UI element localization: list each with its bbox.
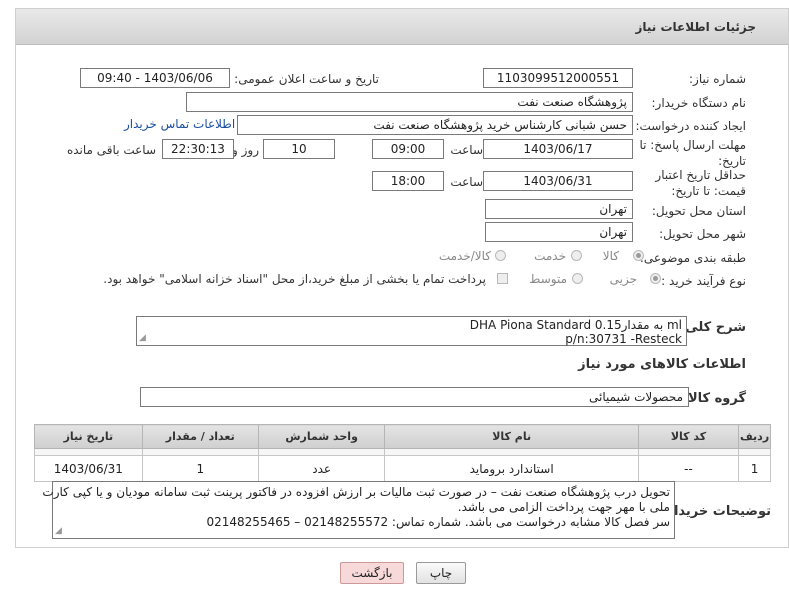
city-label: شهر محل تحویل: xyxy=(659,227,746,241)
category-option-goods: کالا xyxy=(602,249,619,263)
cell-code: -- xyxy=(637,455,740,482)
buyer-notes-line-1: تحویل درب پژوهشگاه صنعت نفت – در صورت ثب… xyxy=(42,485,670,499)
summary-field[interactable]: DHA Piona Standard به مقدار0.15 ml p/n:3… xyxy=(136,316,687,346)
category-label: طبقه بندی موضوعی: xyxy=(639,251,746,265)
days-field[interactable]: 10 xyxy=(263,139,335,159)
buyer-notes-label: توضیحات خریدار: xyxy=(661,504,771,519)
goods-table-header: ردیف کد کالا نام کالا واحد شمارش تعداد /… xyxy=(34,424,771,449)
goods-section-title: اطلاعات کالاهای مورد نیاز xyxy=(578,357,746,372)
category-radio-both[interactable] xyxy=(495,250,506,261)
resize-handle-icon[interactable]: ◢ xyxy=(55,526,62,536)
col-row: ردیف xyxy=(738,424,771,449)
process-radio-medium[interactable] xyxy=(572,273,583,284)
category-option-service: خدمت xyxy=(534,249,566,263)
table-row[interactable]: 1 -- استاندارد برومايد عدد 1 1403/06/31 xyxy=(34,455,771,482)
summary-line-2: p/n:30731 -Resteck xyxy=(565,332,682,346)
remaining-time-field[interactable]: 22:30:13 xyxy=(162,139,234,159)
panel-header: جزئیات اطلاعات نیاز xyxy=(16,9,788,45)
validity-label: حداقل تاریخ اعتبار قیمت: تا تاریخ: xyxy=(655,168,746,198)
announce-datetime-field[interactable]: 1403/06/06 - 09:40 xyxy=(80,68,230,88)
category-radio-service[interactable] xyxy=(571,250,582,261)
need-number-field[interactable]: 1103099512000551 xyxy=(483,68,633,88)
process-radio-minor[interactable] xyxy=(650,273,661,284)
goods-group-label: گروه کالا: xyxy=(682,391,746,406)
process-option-medium: متوسط xyxy=(529,272,567,286)
need-number-label: شماره نیاز: xyxy=(689,72,746,86)
validity-time-field[interactable]: 18:00 xyxy=(372,171,444,191)
announce-label: تاریخ و ساعت اعلان عمومی: xyxy=(234,72,379,86)
cell-name: استاندارد برومايد xyxy=(384,455,639,482)
goods-group-field[interactable]: محصولات شیمیائی xyxy=(140,387,689,407)
buyer-notes-line-2: ملی با مهر جهت پرداخت الزامی می باشد. xyxy=(457,500,670,514)
process-option-minor: جزیی xyxy=(609,272,637,286)
cell-row: 1 xyxy=(738,455,771,482)
creator-field[interactable]: حسن شبانی کارشناس خرید پژوهشگاه صنعت نفت xyxy=(237,115,633,135)
buyer-field[interactable]: پژوهشگاه صنعت نفت xyxy=(186,92,633,112)
deadline-date-field[interactable]: 1403/06/17 xyxy=(483,139,633,159)
deadline-time-label: ساعت xyxy=(450,143,483,157)
validity-time-label: ساعت xyxy=(450,175,483,189)
back-button[interactable]: بازگشت xyxy=(340,562,404,584)
buyer-notes-line-3: سر فصل کالا مشابه درخواست می باشد. شماره… xyxy=(206,515,671,529)
days-and-label: روز و xyxy=(232,143,259,157)
process-label: نوع فرآیند خرید : xyxy=(661,274,746,288)
buyer-contact-link[interactable]: اطلاعات تماس خریدار xyxy=(124,117,235,131)
remaining-label: ساعت باقی مانده xyxy=(66,143,156,157)
col-code: کد کالا xyxy=(637,424,740,449)
cell-qty: 1 xyxy=(141,455,259,482)
print-button[interactable]: چاپ xyxy=(416,562,466,584)
cell-date: 1403/06/31 xyxy=(34,455,143,482)
resize-handle-icon[interactable]: ◢ xyxy=(139,333,146,343)
goods-table: ردیف کد کالا نام کالا واحد شمارش تعداد /… xyxy=(34,424,771,482)
deadline-label: مهلت ارسال پاسخ: تا تاریخ: xyxy=(639,138,746,168)
city-field[interactable]: تهران xyxy=(485,222,633,242)
deadline-time-field[interactable]: 09:00 xyxy=(372,139,444,159)
col-date: تاریخ نیاز xyxy=(34,424,143,449)
province-field[interactable]: تهران xyxy=(485,199,633,219)
creator-label: ایجاد کننده درخواست: xyxy=(635,119,746,133)
buyer-notes-field[interactable]: تحویل درب پژوهشگاه صنعت نفت – در صورت ثب… xyxy=(42,481,675,539)
province-label: استان محل تحویل: xyxy=(651,204,746,218)
summary-line-1: DHA Piona Standard به مقدار0.15 ml xyxy=(469,318,682,332)
cell-unit: عدد xyxy=(257,455,386,482)
col-unit: واحد شمارش xyxy=(257,424,386,449)
treasury-payment-note: پرداخت تمام یا بخشی از مبلغ خرید،از محل … xyxy=(103,272,486,286)
validity-date-field[interactable]: 1403/06/31 xyxy=(483,171,633,191)
page-title: جزئیات اطلاعات نیاز xyxy=(635,20,756,34)
category-radio-goods[interactable] xyxy=(633,250,644,261)
category-option-both: کالا/خدمت xyxy=(438,249,491,263)
col-name: نام کالا xyxy=(384,424,639,449)
col-qty: تعداد / مقدار xyxy=(141,424,259,449)
treasury-payment-checkbox[interactable] xyxy=(497,273,508,284)
buyer-label: نام دستگاه خریدار: xyxy=(651,96,747,110)
